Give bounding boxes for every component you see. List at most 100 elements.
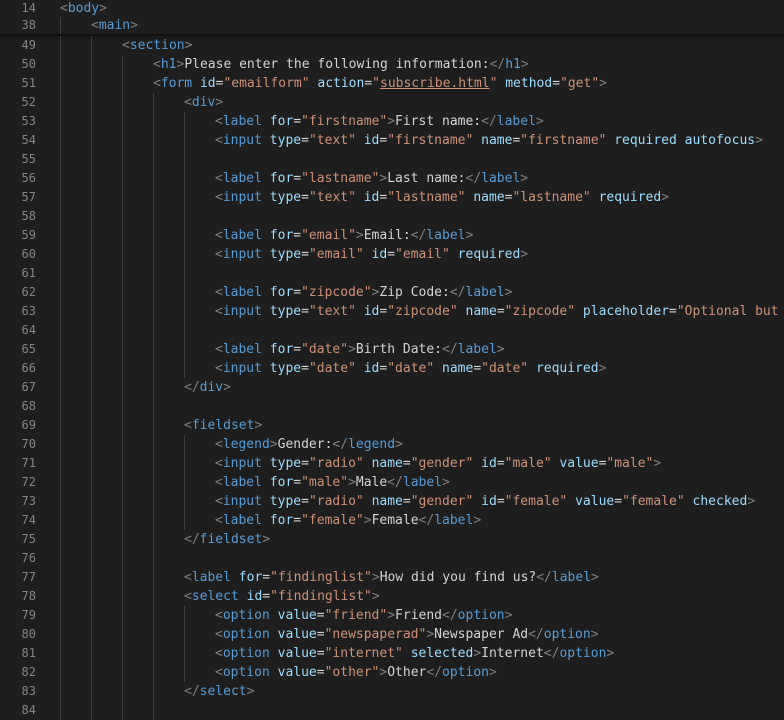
- code-line[interactable]: 14 <body>: [0, 0, 784, 17]
- token: label: [222, 285, 262, 300]
- indent-guide: [91, 302, 92, 321]
- token: Male: [355, 475, 388, 490]
- code-text: <label for="findinglist">How did you fin…: [184, 568, 599, 587]
- code-line[interactable]: 68: [0, 397, 784, 416]
- sticky-scroll-header[interactable]: 14 <body> 38 <main>: [0, 0, 784, 34]
- code-line[interactable]: 82 <option value="other">Other</option>: [0, 663, 784, 682]
- code-line[interactable]: 53 <label for="firstname">First name:</la…: [0, 112, 784, 131]
- token: "firstname": [301, 114, 388, 129]
- code-line[interactable]: 57 <input type="text" id="lastname" name=…: [0, 188, 784, 207]
- code-line[interactable]: 70 <legend>Gender:</legend>: [0, 435, 784, 454]
- code-line[interactable]: 62 <label for="zipcode">Zip Code:</label>: [0, 283, 784, 302]
- token: id: [371, 247, 388, 262]
- indent-guide: [91, 568, 92, 587]
- token: =: [293, 475, 302, 490]
- indent-guide: [60, 682, 61, 701]
- code-line[interactable]: 50 <h1>Please enter the following informa…: [0, 55, 784, 74]
- indent-guide: [184, 663, 185, 682]
- code-line[interactable]: 60 <input type="email" id="email" require…: [0, 245, 784, 264]
- code-line[interactable]: 52 <div>: [0, 93, 784, 112]
- token: fieldset: [199, 532, 263, 547]
- code-text: <label for="firstname">First name:</labe…: [215, 112, 544, 131]
- indent-guide: [122, 511, 123, 530]
- code-line[interactable]: 56 <label for="lastname">Last name:</labe…: [0, 169, 784, 188]
- code-line[interactable]: 49 <section>: [0, 36, 784, 55]
- code-line[interactable]: 63 <input type="text" id="zipcode" name="…: [0, 302, 784, 321]
- code-line[interactable]: 54 <input type="text" id="firstname" name…: [0, 131, 784, 150]
- indent-guide: [122, 492, 123, 511]
- token: label: [481, 171, 521, 186]
- code-line[interactable]: 74 <label for="female">Female</label>: [0, 511, 784, 530]
- code-line[interactable]: 65 <label for="date">Birth Date:</label>: [0, 340, 784, 359]
- code-line[interactable]: 38 <main>: [0, 17, 784, 34]
- code-line[interactable]: 75 </fieldset>: [0, 530, 784, 549]
- code-line[interactable]: 69 <fieldset>: [0, 416, 784, 435]
- code-line[interactable]: 72 <label for="male">Male</label>: [0, 473, 784, 492]
- code-line[interactable]: 59 <label for="email">Email:</label>: [0, 226, 784, 245]
- token: </: [543, 646, 560, 661]
- code-line[interactable]: 71 <input type="radio" name="gender" id="…: [0, 454, 784, 473]
- token: id: [363, 190, 380, 205]
- token: =: [301, 190, 309, 205]
- indent-guide: [122, 682, 123, 701]
- indent-guide: [153, 283, 154, 302]
- indent-guide: [60, 302, 61, 321]
- indent-guide: [60, 644, 61, 663]
- token: First name:: [395, 114, 482, 129]
- token: </: [387, 475, 403, 490]
- code-line[interactable]: 67 </div>: [0, 378, 784, 397]
- code-line[interactable]: 78 <select id="findinglist">: [0, 587, 784, 606]
- indent-guide: [153, 606, 154, 625]
- token: </: [536, 570, 552, 585]
- code-line[interactable]: 81 <option value="internet" selected>Inte…: [0, 644, 784, 663]
- token: "radio": [308, 456, 364, 471]
- code-text: <input type="text" id="zipcode" name="zi…: [215, 302, 784, 321]
- indent-guide: [184, 150, 185, 169]
- token: Newspaper Ad: [434, 627, 529, 642]
- indent-guide: [60, 340, 61, 359]
- code-line[interactable]: 76: [0, 549, 784, 568]
- token: form: [160, 76, 193, 91]
- code-text: </div>: [184, 378, 231, 397]
- code-line[interactable]: 80 <option value="newspaperad">Newspaper …: [0, 625, 784, 644]
- code-line[interactable]: 73 <input type="radio" name="gender" id="…: [0, 492, 784, 511]
- code-editor[interactable]: 14 <body> 38 <main> 49 <section> 50 <h1>Please…: [0, 0, 784, 720]
- code-line[interactable]: 66 <input type="date" id="date" name="dat…: [0, 359, 784, 378]
- token: "get": [560, 76, 600, 91]
- code-lines[interactable]: 49 <section> 50 <h1>Please enter the follow…: [0, 36, 784, 720]
- code-line[interactable]: 84: [0, 701, 784, 720]
- indent-guide: [153, 378, 154, 397]
- indent-guide: [91, 188, 92, 207]
- indent-guide: [91, 530, 92, 549]
- code-line[interactable]: 55: [0, 150, 784, 169]
- token: >: [504, 608, 513, 623]
- token: Zip Code:: [379, 285, 450, 300]
- token: Last name:: [387, 171, 466, 186]
- line-number: 73: [21, 494, 36, 508]
- token: label: [434, 513, 474, 528]
- code-line[interactable]: 51 <form id="emailform" action="subscribe…: [0, 74, 784, 93]
- token: selected: [410, 646, 474, 661]
- indent-guide: [153, 663, 154, 682]
- code-line[interactable]: 83 </select>: [0, 682, 784, 701]
- code-line[interactable]: 61: [0, 264, 784, 283]
- token: =: [301, 133, 309, 148]
- indent-guide: [91, 682, 92, 701]
- token: =: [614, 494, 623, 509]
- token: =: [316, 646, 325, 661]
- code-text: <option value="friend">Friend</option>: [215, 606, 512, 625]
- token: >: [371, 570, 380, 585]
- code-line[interactable]: 79 <option value="friend">Friend</option>: [0, 606, 784, 625]
- code-line[interactable]: 58: [0, 207, 784, 226]
- code-line[interactable]: 64: [0, 321, 784, 340]
- code-line[interactable]: 77 <label for="findinglist">How did you f…: [0, 568, 784, 587]
- line-number: 49: [21, 38, 36, 52]
- token: =: [293, 228, 302, 243]
- token: Please enter the following information:: [184, 57, 490, 72]
- token: >: [755, 133, 763, 148]
- indent-guide: [153, 264, 154, 283]
